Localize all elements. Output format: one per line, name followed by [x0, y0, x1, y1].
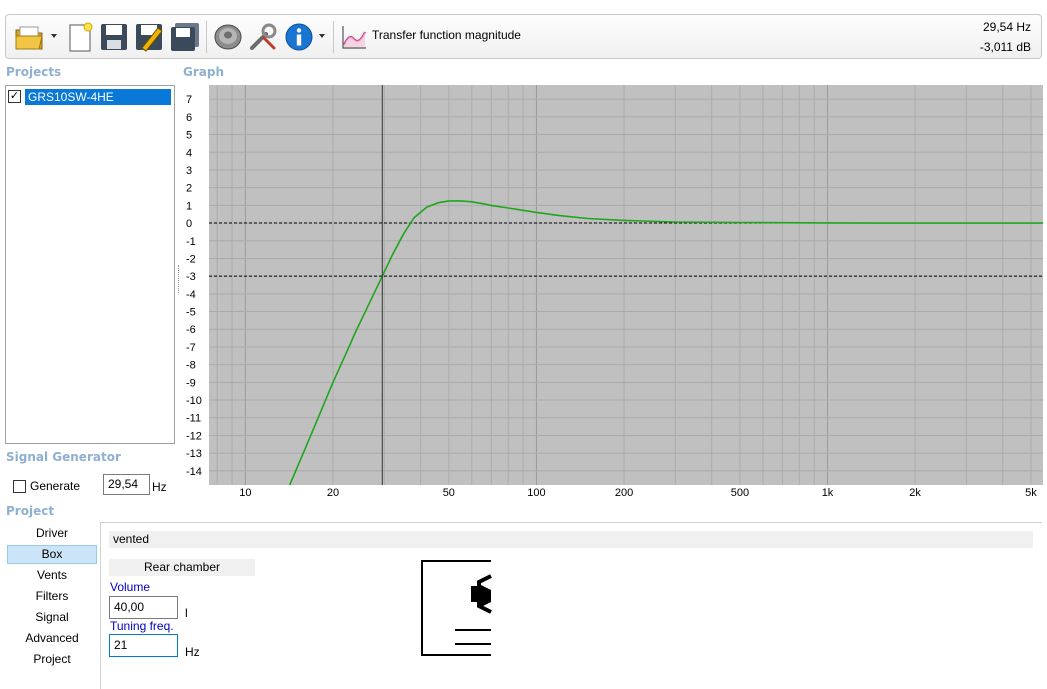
- project-item-label[interactable]: GRS10SW-4HE: [25, 88, 171, 105]
- project-section-title: Project: [6, 504, 55, 518]
- save-all-button[interactable]: [168, 19, 202, 55]
- x-tick-label: 100: [527, 487, 545, 499]
- project-item[interactable]: ✓ GRS10SW-4HE: [8, 88, 172, 105]
- save-icon: [101, 24, 127, 50]
- new-button[interactable]: [64, 19, 96, 55]
- volume-input[interactable]: 40,00: [109, 596, 178, 619]
- signal-generator-title: Signal Generator: [6, 450, 121, 464]
- x-tick-label: 10: [239, 487, 251, 499]
- toolbar-separator: [206, 21, 207, 53]
- y-tick-label: -9: [186, 377, 196, 389]
- splitter-handle[interactable]: [178, 265, 180, 293]
- volume-label: Volume: [110, 580, 151, 594]
- y-tick-label: -10: [186, 395, 202, 407]
- y-tick-label: 4: [186, 147, 192, 159]
- graph-title: Graph: [183, 65, 224, 79]
- projects-list[interactable]: ✓ GRS10SW-4HE: [5, 85, 175, 444]
- projects-title: Projects: [6, 65, 62, 79]
- y-tick-label: 2: [186, 183, 192, 195]
- y-tick-label: -6: [186, 324, 196, 336]
- y-tick-label: 3: [186, 165, 192, 177]
- open-folder-button[interactable]: [12, 19, 48, 55]
- generator-frequency-unit: Hz: [152, 480, 167, 494]
- rear-chamber-header: Rear chamber: [109, 559, 255, 576]
- save-as-button[interactable]: [133, 19, 165, 55]
- plot-area[interactable]: [209, 85, 1043, 485]
- y-tick-label: -11: [186, 413, 201, 425]
- y-tick-label: -4: [186, 289, 196, 301]
- x-tick-label: 200: [615, 487, 633, 499]
- toolbar: Transfer function magnitude 29,54 Hz -3,…: [5, 14, 1042, 59]
- transfer-function-chart[interactable]: 76543210-1-2-3-4-5-6-7-8-9-10-11-12-13-1…: [183, 85, 1043, 499]
- nav-driver[interactable]: Driver: [7, 524, 97, 543]
- generator-frequency-input[interactable]: 29,54: [103, 474, 150, 495]
- cursor-level-readout: -3,011 dB: [979, 40, 1031, 54]
- chart-icon: [342, 26, 366, 49]
- save-all-icon: [171, 23, 199, 51]
- save-as-icon: [136, 24, 163, 52]
- info-dropdown-arrow[interactable]: [319, 34, 325, 38]
- open-folder-icon: [15, 26, 43, 50]
- nav-box[interactable]: Box: [7, 545, 97, 564]
- y-tick-label: -14: [186, 466, 202, 478]
- box-diagram: [421, 560, 492, 656]
- nav-advanced[interactable]: Advanced: [7, 629, 97, 648]
- y-tick-label: -8: [186, 360, 196, 372]
- x-tick-label: 20: [327, 487, 339, 499]
- y-tick-label: -13: [186, 448, 202, 460]
- graph-type-button[interactable]: [339, 19, 369, 55]
- generate-label[interactable]: Generate: [30, 479, 80, 493]
- tuning-freq-label: Tuning freq.: [110, 619, 174, 633]
- tuning-freq-input[interactable]: 21: [109, 634, 178, 657]
- y-tick-label: 5: [186, 130, 192, 142]
- y-tick-label: 6: [186, 112, 192, 124]
- y-tick-label: 0: [186, 218, 192, 230]
- info-icon: [285, 23, 313, 51]
- nav-signal[interactable]: Signal: [7, 608, 97, 627]
- tools-icon: [250, 23, 277, 50]
- driver-button[interactable]: [211, 19, 245, 55]
- y-tick-label: -7: [186, 342, 196, 354]
- y-tick-label: -12: [186, 430, 202, 442]
- x-tick-label: 50: [443, 487, 455, 499]
- tuning-freq-unit: Hz: [185, 645, 200, 659]
- open-dropdown-arrow[interactable]: [51, 34, 57, 38]
- x-tick-label: 2k: [909, 487, 921, 499]
- y-tick-label: 7: [186, 94, 192, 106]
- box-type-header: vented: [109, 531, 1033, 548]
- graph-type-label[interactable]: Transfer function magnitude: [372, 28, 521, 42]
- x-tick-label: 5k: [1025, 487, 1037, 499]
- y-tick-label: 1: [186, 200, 192, 212]
- x-tick-label: 500: [731, 487, 749, 499]
- nav-project[interactable]: Project: [7, 650, 97, 669]
- new-document-icon: [69, 22, 93, 52]
- x-tick-label: 1k: [822, 487, 834, 499]
- info-button[interactable]: [282, 19, 316, 55]
- y-tick-label: -2: [186, 253, 196, 265]
- tools-button[interactable]: [246, 19, 280, 55]
- project-checkbox[interactable]: ✓: [8, 90, 21, 103]
- y-tick-label: -3: [186, 271, 196, 283]
- cursor-frequency-readout: 29,54 Hz: [982, 20, 1031, 34]
- generate-checkbox[interactable]: [13, 480, 26, 493]
- nav-filters[interactable]: Filters: [7, 587, 97, 606]
- volume-unit: l: [185, 606, 188, 620]
- y-tick-label: -1: [186, 236, 196, 248]
- save-button[interactable]: [98, 19, 130, 55]
- y-tick-label: -5: [186, 307, 196, 319]
- box-settings-panel: vented Rear chamber Volume 40,00 l Tunin…: [100, 522, 1042, 689]
- speaker-icon: [214, 24, 242, 50]
- toolbar-separator: [333, 21, 334, 53]
- nav-vents[interactable]: Vents: [7, 566, 97, 585]
